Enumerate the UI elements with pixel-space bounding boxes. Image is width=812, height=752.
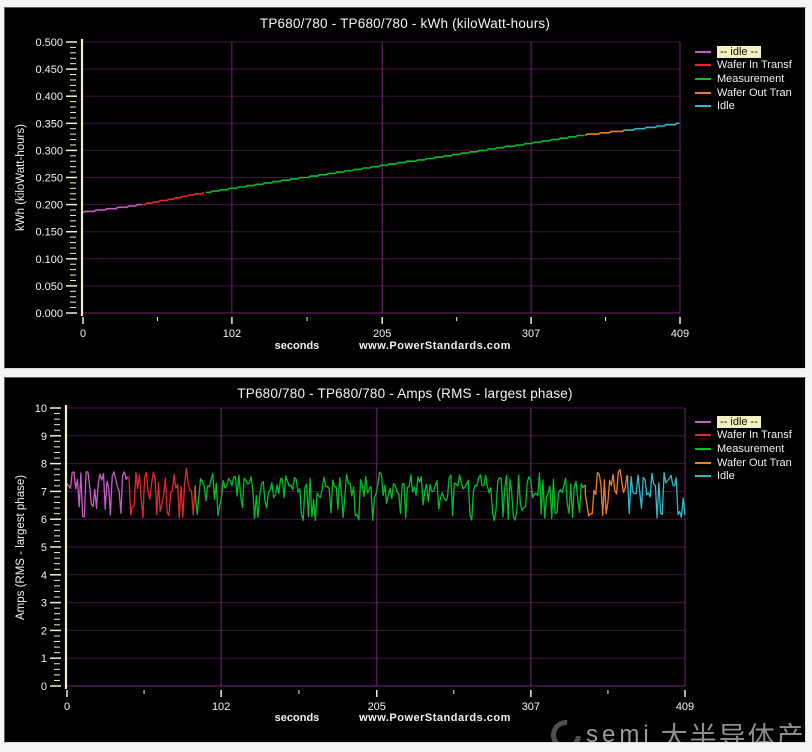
tick-label: 0.050 (35, 281, 63, 293)
legend-label: Idle (717, 470, 735, 482)
tick-label: 0.400 (35, 91, 63, 103)
tick-label: 205 (373, 328, 391, 340)
legend-item: Wafer Out Tran (695, 86, 792, 100)
legend-label: -- idle -- (717, 416, 761, 428)
data-series-line (67, 472, 128, 517)
tick-label: 0.450 (35, 64, 63, 76)
tick-label: 0.000 (35, 308, 63, 320)
data-series-line (585, 470, 627, 516)
tick-label: 1 (41, 653, 47, 665)
legend-swatch-line (695, 64, 711, 66)
legend-swatch-line (695, 448, 711, 450)
tick-label: 0.350 (35, 118, 63, 130)
legend-swatch-line (695, 421, 711, 423)
legend-label: Wafer Out Tran (717, 87, 792, 99)
legend-label: Wafer Out Tran (717, 457, 792, 469)
tick-label: 0.250 (35, 173, 63, 185)
tick-label: 0 (80, 328, 86, 340)
legend-label: Measurement (717, 443, 784, 455)
legend-item: Wafer Out Tran (695, 456, 792, 470)
watermark-brand: semi (586, 721, 653, 744)
legend-swatch-line (695, 475, 711, 477)
kwh-chart-plot: 0.000 0.050 0.100 0.150 0.200 0.250 0.300 0.350… (5, 8, 805, 368)
legend-label: -- idle -- (717, 46, 761, 58)
watermark-text: 大半导体产业网 (661, 715, 806, 743)
kwh-legend: -- idle --Wafer In Transf Measurement Wafe… (695, 45, 792, 113)
kwh-x-axis-label: seconds (237, 340, 357, 352)
legend-item: Idle (695, 469, 792, 483)
tick-label: 0.300 (35, 145, 63, 157)
tick-label: 409 (671, 328, 689, 340)
data-series-line (143, 192, 204, 204)
tick-label: 0.200 (35, 200, 63, 212)
data-series-line (83, 205, 142, 213)
tick-label: 9 (41, 431, 47, 443)
tick-label: 8 (41, 459, 47, 471)
amps-chart-panel: 0123456789100102205307409 TP680/780 - TP… (4, 377, 806, 743)
tick-label: 0 (64, 701, 70, 713)
screenshot-root: 0.000 0.050 0.100 0.150 0.200 0.250 0.300 0.350… (0, 0, 812, 752)
legend-item: Measurement (695, 442, 792, 456)
legend-item: Wafer In Transf (695, 429, 792, 443)
data-series-line (585, 130, 624, 135)
amps-brand-annotation: www.PowerStandards.com (345, 712, 525, 724)
data-series-line (625, 123, 680, 130)
tick-label: 0.100 (35, 254, 63, 266)
amps-y-axis-label: Amps (RMS - largest phase) (13, 408, 29, 686)
data-series-line (129, 468, 195, 518)
tick-label: 3 (41, 598, 47, 610)
kwh-brand-annotation: www.PowerStandards.com (345, 340, 525, 352)
legend-swatch-line (695, 92, 711, 94)
watermark: semi 大半导体产业网 (551, 715, 806, 743)
legend-item: -- idle -- (695, 45, 792, 59)
tick-label: 0 (41, 681, 47, 693)
legend-item: Wafer In Transf (695, 59, 792, 73)
tick-label: 409 (676, 701, 694, 713)
tick-label: 10 (35, 403, 47, 415)
legend-label: Wafer In Transf (717, 429, 792, 441)
amps-legend: -- idle --Wafer In Transf Measurement Wafe… (695, 415, 792, 483)
legend-label: Wafer In Transf (717, 59, 792, 71)
tick-label: 307 (522, 328, 540, 340)
tick-label: 102 (223, 328, 241, 340)
tick-label: 0.150 (35, 227, 63, 239)
legend-swatch-line (695, 434, 711, 436)
legend-item: Idle (695, 99, 792, 113)
legend-label: Measurement (717, 73, 784, 85)
kwh-chart-title: TP680/780 - TP680/780 - kWh (kiloWatt-ho… (5, 16, 805, 31)
legend-swatch-line (695, 462, 711, 464)
amps-chart-title: TP680/780 - TP680/780 - Amps (RMS - larg… (5, 386, 805, 401)
kwh-chart-panel: 0.000 0.050 0.100 0.150 0.200 0.250 0.300 0.350… (4, 7, 806, 369)
data-series-line (195, 472, 584, 520)
data-series-line (628, 473, 685, 518)
legend-label: Idle (717, 100, 735, 112)
tick-label: 0.500 (35, 37, 63, 49)
legend-item: Measurement (695, 72, 792, 86)
amps-x-axis-label: seconds (237, 712, 357, 724)
tick-label: 5 (41, 542, 47, 554)
data-series-line (206, 136, 585, 193)
legend-swatch-line (695, 105, 711, 107)
tick-label: 7 (41, 486, 47, 498)
kwh-y-axis-label: kWh (kiloWatt-hours) (13, 42, 29, 313)
legend-item: -- idle -- (695, 415, 792, 429)
legend-swatch-line (695, 78, 711, 80)
tick-label: 4 (41, 570, 47, 582)
tick-label: 2 (41, 625, 47, 637)
watermark-logo-icon (545, 713, 587, 743)
tick-label: 102 (212, 701, 230, 713)
tick-label: 6 (41, 514, 47, 526)
legend-swatch-line (695, 51, 711, 53)
amps-chart-plot: 0123456789100102205307409 (5, 378, 805, 742)
